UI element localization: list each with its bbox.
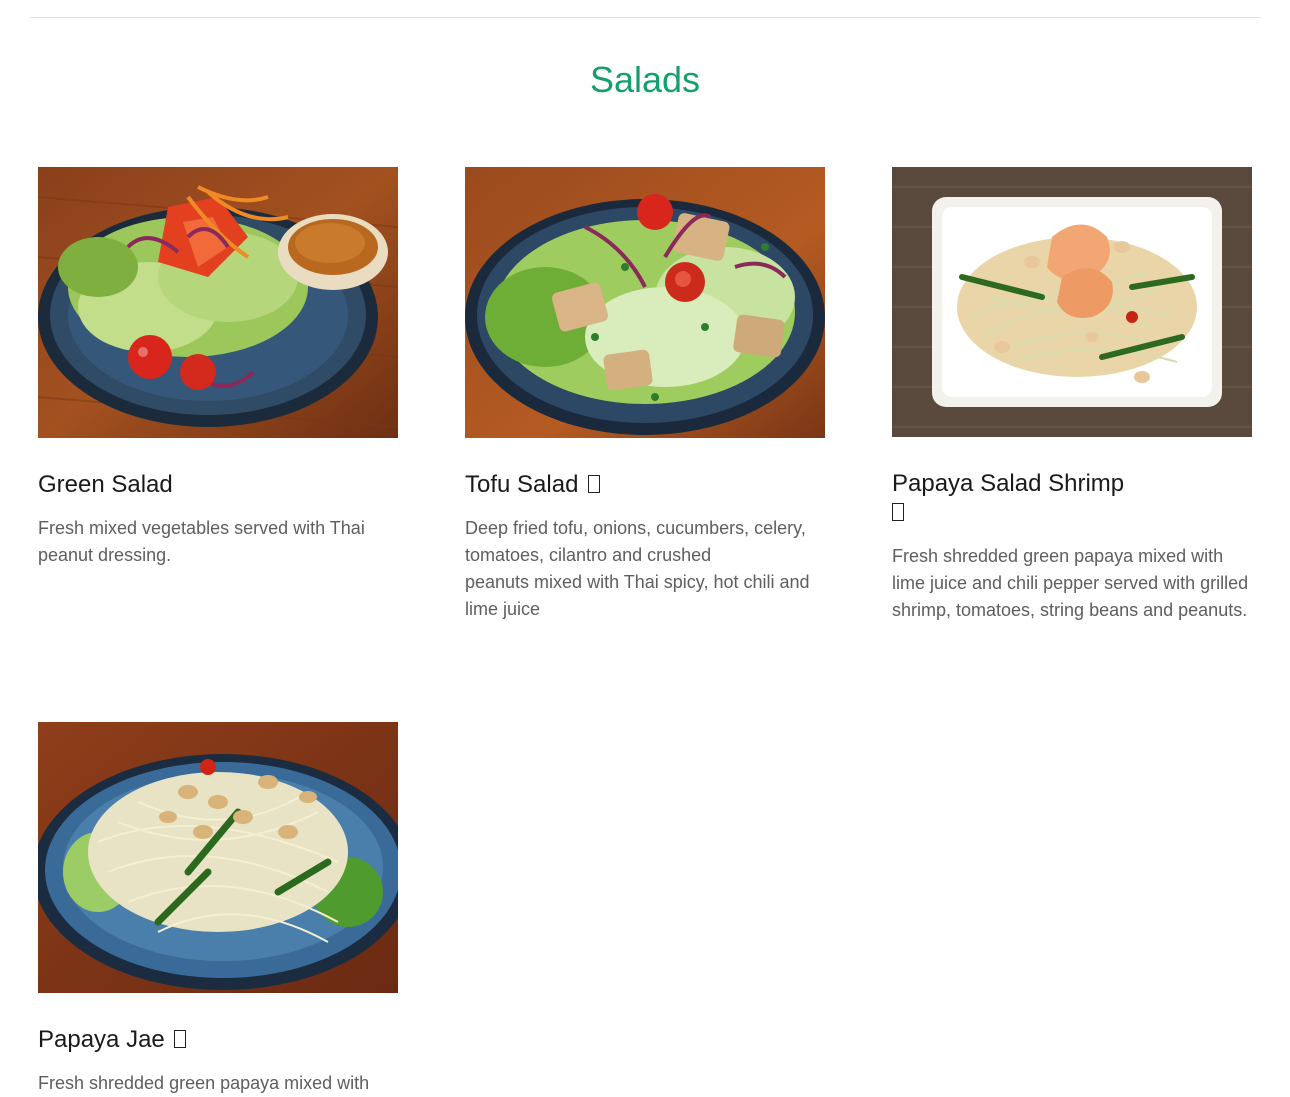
leaf-icon (892, 503, 904, 521)
menu-item-description: Deep fried tofu, onions, cucumbers, cele… (465, 518, 810, 619)
menu-item-name: Papaya Jae (38, 1025, 398, 1054)
menu-item-card[interactable]: Papaya Salad Shrimp Fresh shredded green… (892, 167, 1252, 624)
menu-item-card[interactable]: Papaya Jae Fresh shredded green papaya m… (38, 722, 398, 1097)
menu-item-photo[interactable] (465, 167, 825, 438)
menu-item-photo[interactable] (38, 167, 398, 438)
menu-item-name: Papaya Salad Shrimp (892, 469, 1142, 527)
menu-item-photo[interactable] (892, 167, 1252, 437)
menu-item-name: Green Salad (38, 471, 173, 498)
menu-item-name: Tofu Salad (465, 470, 825, 499)
menu-item-description: Fresh shredded green papaya mixed with l… (892, 546, 1249, 620)
leaf-icon (174, 1030, 187, 1048)
menu-item-description: Fresh mixed vegetables served with Thai … (38, 518, 365, 565)
menu-item-card[interactable]: Green Salad Fresh mixed vegetables serve… (38, 167, 398, 569)
leaf-icon (588, 475, 601, 493)
menu-item-card[interactable]: Tofu Salad Deep fried tofu, onions, cucu… (465, 167, 825, 623)
menu-item-description: Fresh shredded green papaya mixed with (38, 1073, 370, 1093)
section-title: Salads (589, 59, 701, 100)
top-divider (30, 17, 1261, 18)
menu-item-photo[interactable] (38, 722, 398, 993)
